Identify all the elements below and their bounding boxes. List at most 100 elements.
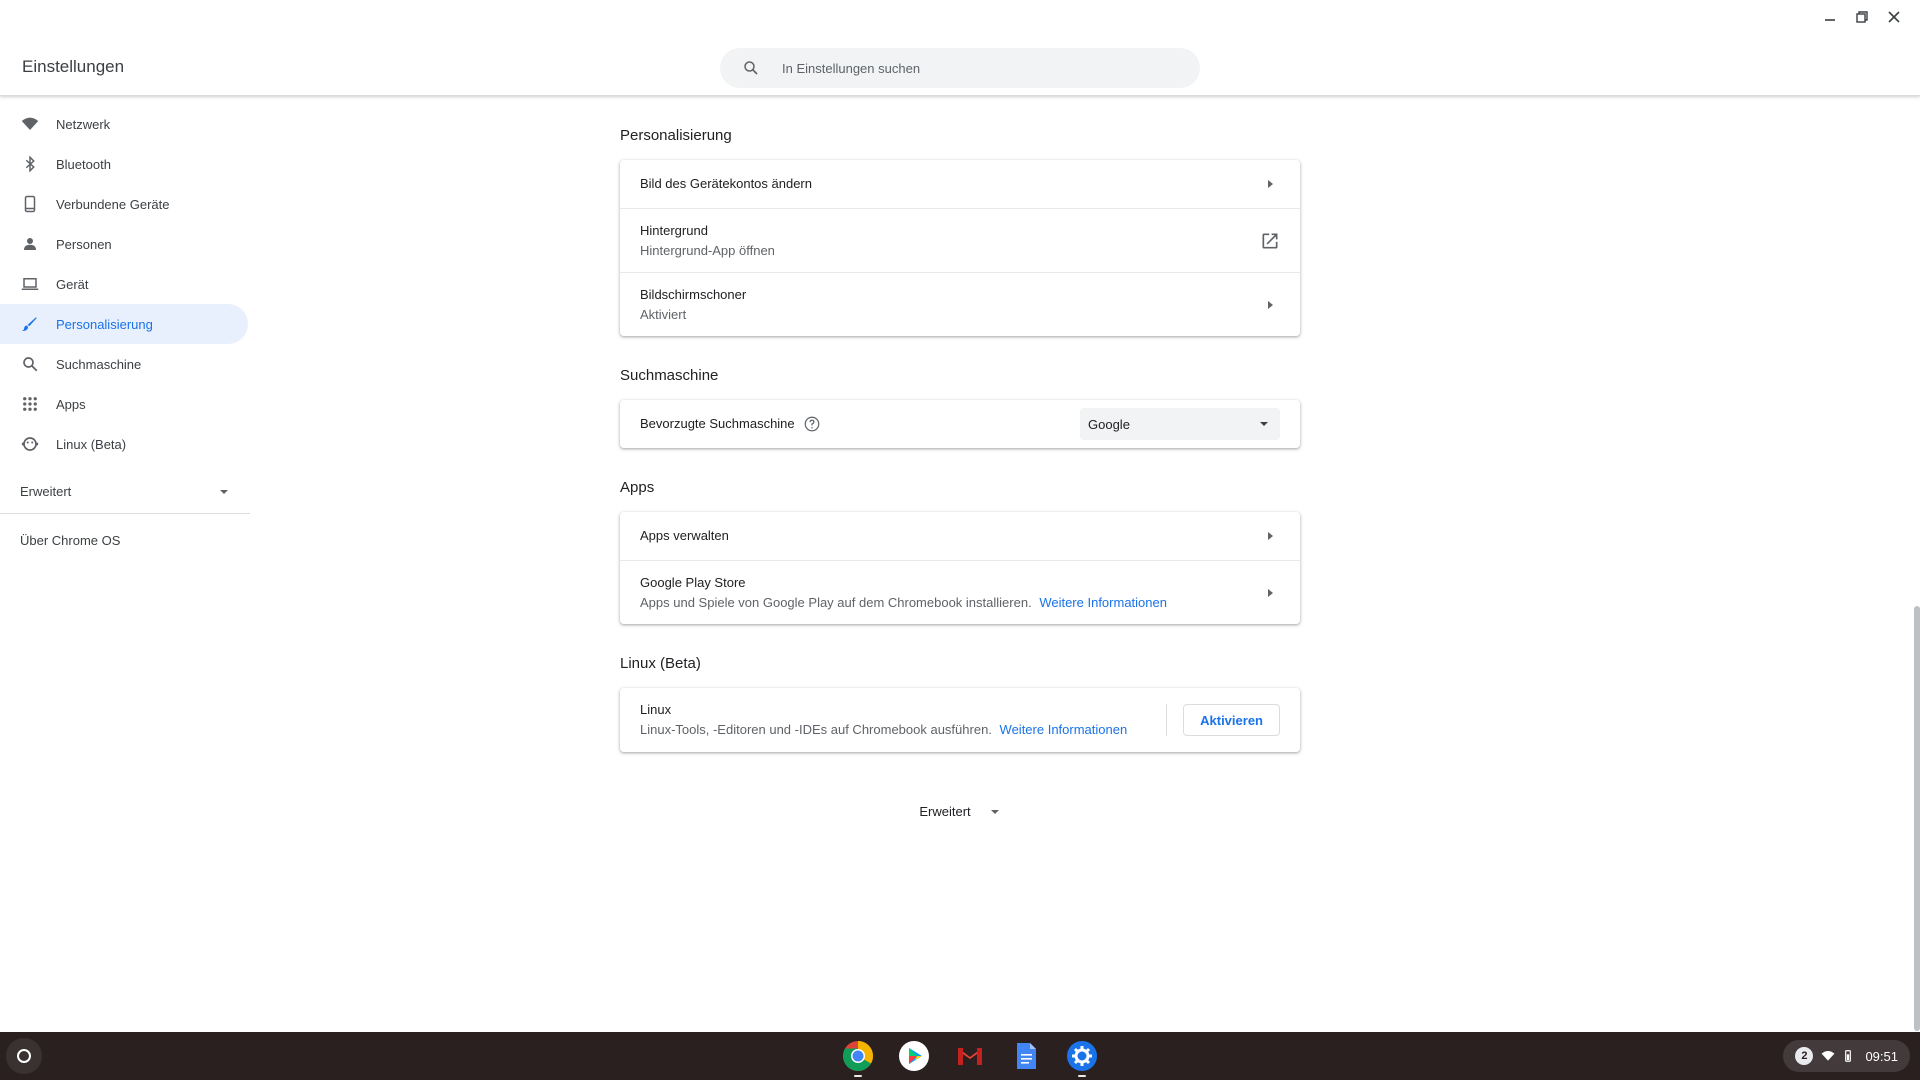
launcher-icon xyxy=(17,1049,31,1063)
phone-icon xyxy=(20,194,40,214)
sidebar-item-personen[interactable]: Personen xyxy=(0,224,248,264)
launcher-button[interactable] xyxy=(6,1038,42,1074)
sidebar-item-netzwerk[interactable]: Netzwerk xyxy=(0,104,248,144)
screensaver-row[interactable]: Bildschirmschoner Aktiviert xyxy=(620,272,1300,336)
running-indicator xyxy=(1078,1075,1086,1077)
linux-card: Linux Linux-Tools, -Editoren und -IDEs a… xyxy=(620,688,1300,752)
row-sublabel: Hintergrund-App öffnen xyxy=(640,242,775,258)
row-sublabel: Apps und Spiele von Google Play auf dem … xyxy=(640,594,1032,610)
play-store-icon xyxy=(899,1041,929,1071)
change-account-picture-row[interactable]: Bild des Gerätekontos ändern xyxy=(620,160,1300,208)
row-sublabel: Aktiviert xyxy=(640,306,687,322)
running-indicator xyxy=(854,1075,862,1077)
section-title-apps: Apps xyxy=(620,479,655,496)
shelf-apps xyxy=(830,1032,1110,1080)
wifi-icon xyxy=(20,114,40,134)
search-engine-select[interactable]: Google xyxy=(1080,408,1280,440)
sidebar-item-label: Apps xyxy=(56,396,86,412)
notification-count-badge: 2 xyxy=(1795,1047,1814,1065)
chevron-down-icon xyxy=(990,809,999,814)
linux-row: Linux Linux-Tools, -Editoren und -IDEs a… xyxy=(620,688,1300,752)
sidebar-item-label: Bluetooth xyxy=(56,156,111,172)
arrow-right-icon xyxy=(1260,174,1280,194)
advanced-toggle[interactable]: Erweitert xyxy=(620,804,1300,819)
chevron-down-icon xyxy=(1260,422,1268,426)
section-title-linux: Linux (Beta) xyxy=(620,655,701,672)
sidebar-advanced-label: Erweitert xyxy=(20,484,72,499)
sidebar-item-label: Linux (Beta) xyxy=(56,436,127,452)
preferred-search-engine-row: Bevorzugte Suchmaschine Google xyxy=(620,400,1300,448)
sidebar-item-verbundene-geraete[interactable]: Verbundene Geräte xyxy=(0,184,248,224)
search-input[interactable] xyxy=(782,60,1182,76)
learn-more-link[interactable]: Weitere Informationen xyxy=(1000,722,1128,737)
sidebar-advanced-toggle[interactable]: Erweitert xyxy=(0,470,250,514)
arrow-right-icon xyxy=(1260,583,1280,603)
help-icon[interactable] xyxy=(803,415,821,433)
row-label: Bild des Gerätekontos ändern xyxy=(640,176,812,191)
apps-card: Apps verwalten Google Play Store Apps un… xyxy=(620,512,1300,624)
close-button[interactable] xyxy=(1878,1,1910,33)
manage-apps-row[interactable]: Apps verwalten xyxy=(620,512,1300,560)
scrollbar[interactable] xyxy=(1914,96,1920,1031)
shelf-app-gmail[interactable] xyxy=(942,1032,998,1080)
docs-icon xyxy=(1017,1043,1036,1069)
app-title: Einstellungen xyxy=(22,57,125,76)
laptop-icon xyxy=(20,274,40,294)
arrow-right-icon xyxy=(1260,526,1280,546)
sidebar-item-apps[interactable]: Apps xyxy=(0,384,248,424)
search-engine-card: Bevorzugte Suchmaschine Google xyxy=(620,400,1300,448)
shelf-app-chrome[interactable] xyxy=(830,1032,886,1080)
search-box[interactable] xyxy=(720,48,1200,88)
scrollbar-thumb[interactable] xyxy=(1914,606,1920,1031)
personalization-card: Bild des Gerätekontos ändern Hintergrund… xyxy=(620,160,1300,336)
open-external-icon xyxy=(1262,233,1278,248)
shelf: 2 09:51 xyxy=(0,1032,1920,1080)
restore-button[interactable] xyxy=(1846,1,1878,33)
shelf-app-settings[interactable] xyxy=(1054,1032,1110,1080)
shelf-app-play-store[interactable] xyxy=(886,1032,942,1080)
section-title-suchmaschine: Suchmaschine xyxy=(620,367,719,384)
google-play-store-row[interactable]: Google Play Store Apps und Spiele von Go… xyxy=(620,560,1300,624)
wifi-icon xyxy=(1822,1051,1835,1061)
sidebar-item-label: Gerät xyxy=(56,276,89,292)
settings-icon xyxy=(1067,1041,1097,1071)
sidebar-item-label: Personalisierung xyxy=(56,316,153,332)
row-label: Bildschirmschoner xyxy=(640,286,747,302)
restore-icon xyxy=(1856,11,1868,23)
row-label: Bevorzugte Suchmaschine xyxy=(640,416,795,431)
clock: 09:51 xyxy=(1865,1048,1898,1064)
close-icon xyxy=(1888,11,1900,23)
gmail-icon xyxy=(958,1048,982,1065)
penguin-icon xyxy=(20,434,40,454)
shelf-app-docs[interactable] xyxy=(998,1032,1054,1080)
row-sublabel: Linux-Tools, -Editoren und -IDEs auf Chr… xyxy=(640,722,992,737)
chevron-down-icon xyxy=(220,489,228,494)
sidebar-item-label: Personen xyxy=(56,236,112,252)
arrow-right-icon xyxy=(1260,295,1280,315)
sidebar-item-geraet[interactable]: Gerät xyxy=(0,264,248,304)
sidebar-item-label: Netzwerk xyxy=(56,116,111,132)
row-label: Apps verwalten xyxy=(640,528,729,543)
search-icon xyxy=(20,354,40,374)
minimize-button[interactable] xyxy=(1814,1,1846,33)
status-tray[interactable]: 2 09:51 xyxy=(1783,1040,1910,1072)
sidebar-item-bluetooth[interactable]: Bluetooth xyxy=(0,144,248,184)
sidebar-item-suchmaschine[interactable]: Suchmaschine xyxy=(0,344,248,384)
search-engine-value: Google xyxy=(1088,416,1130,432)
minimize-icon xyxy=(1825,19,1835,21)
section-title-personalisierung: Personalisierung xyxy=(620,127,732,144)
row-label: Linux xyxy=(640,702,672,717)
sidebar-item-label: Verbundene Geräte xyxy=(56,196,170,212)
sidebar-item-linux[interactable]: Linux (Beta) xyxy=(0,424,248,464)
sidebar-item-label: Suchmaschine xyxy=(56,356,142,372)
sidebar-item-personalisierung[interactable]: Personalisierung xyxy=(0,304,248,344)
wallpaper-row[interactable]: Hintergrund Hintergrund-App öffnen xyxy=(620,208,1300,272)
sidebar: Netzwerk Bluetooth Verbundene Geräte Per… xyxy=(0,104,250,566)
settings-main: Personalisierung Bild des Gerätekontos ä… xyxy=(620,96,1300,819)
learn-more-link[interactable]: Weitere Informationen xyxy=(1039,595,1167,610)
sidebar-about-label: Über Chrome OS xyxy=(20,532,121,548)
battery-icon xyxy=(1845,1050,1852,1062)
sidebar-item-about[interactable]: Über Chrome OS xyxy=(0,514,250,566)
person-icon xyxy=(20,234,40,254)
activate-linux-button[interactable]: Aktivieren xyxy=(1183,704,1280,736)
